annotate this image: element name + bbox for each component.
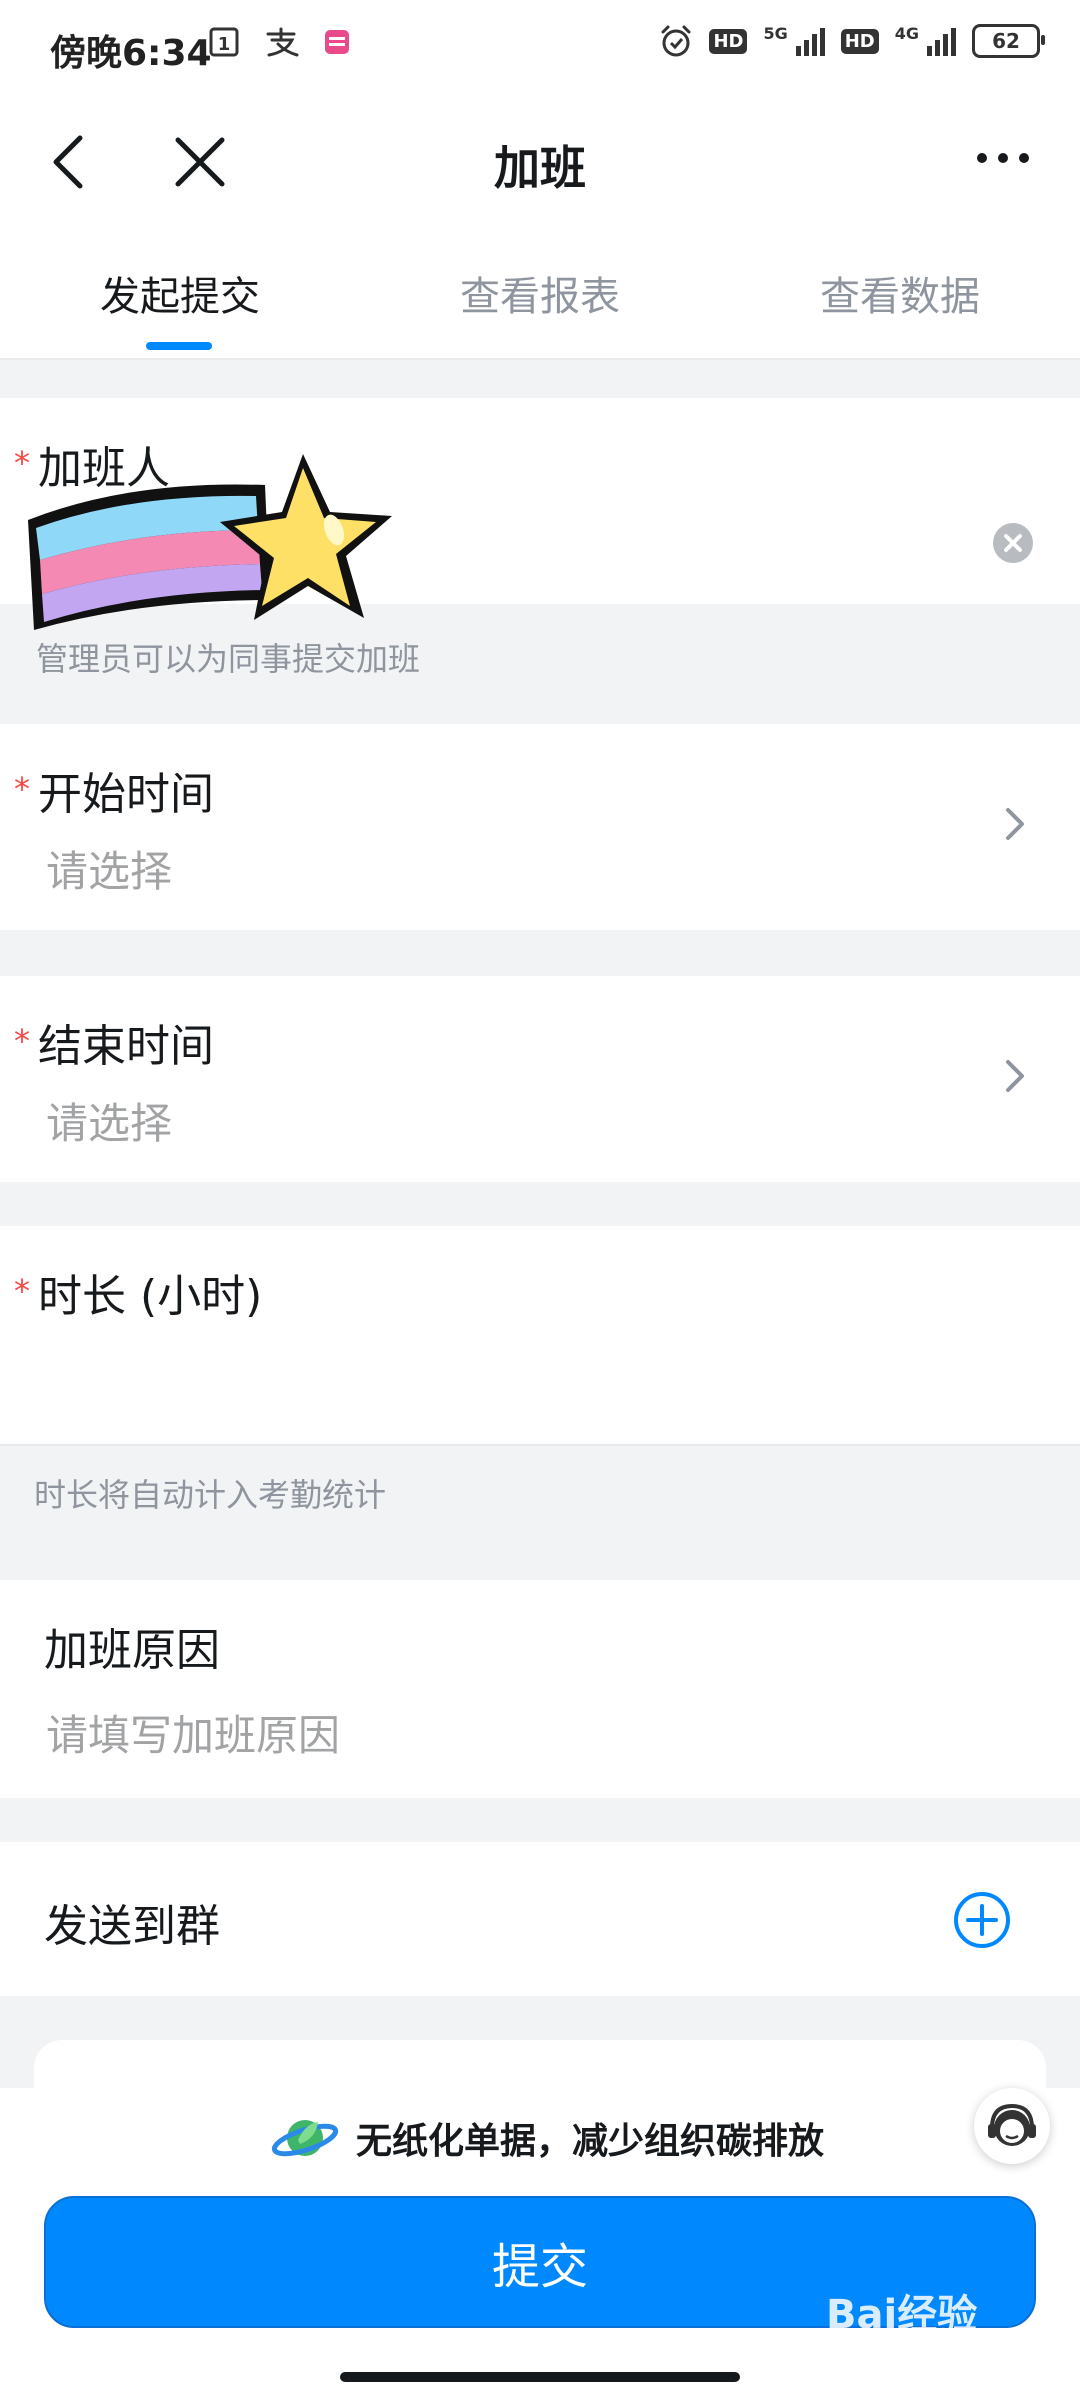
page-title: 加班 (494, 141, 586, 195)
baidu-watermark: Bai经验 jingyan.baidu.com (826, 2282, 992, 2363)
nav-header: 加班 (0, 96, 1080, 236)
more-icon[interactable] (976, 150, 1030, 166)
signal-icon (927, 26, 956, 56)
field-send-to-group[interactable]: 发送到群 (0, 1842, 1080, 1996)
app-badge-icon (325, 30, 349, 54)
field-start-time[interactable]: * 开始时间 请选择 (0, 724, 1080, 930)
field-placeholder: 请选择 (46, 847, 173, 896)
battery-icon: 62 (972, 24, 1045, 58)
status-bar: 傍晚6:34 1 HD 5G HD 4G 62 (0, 0, 1080, 96)
field-label: 开始时间 (38, 769, 214, 820)
watermark-url: jingyan.baidu.com (826, 2342, 993, 2363)
network-type-4g: 4G (894, 24, 919, 43)
home-indicator[interactable] (340, 2372, 740, 2382)
chevron-right-icon (1006, 808, 1024, 840)
alarm-icon (661, 25, 691, 57)
field-placeholder: 请选择 (46, 1099, 173, 1148)
clear-icon[interactable] (992, 522, 1034, 564)
slogan-text: 无纸化单据，减少组织碳排放 (356, 2121, 825, 2162)
field-label: 结束时间 (38, 1021, 214, 1072)
required-asterisk: * (14, 1022, 30, 1060)
svg-text:1: 1 (218, 34, 231, 55)
customer-service-button[interactable] (974, 2088, 1050, 2164)
eco-slogan: 无纸化单据，减少组织碳排放 (270, 2110, 824, 2166)
tab-active-indicator (146, 342, 212, 350)
tab-submit[interactable]: 发起提交 (0, 264, 360, 322)
field-duration[interactable]: * 时长 (小时) (0, 1226, 1080, 1446)
field-label: 发送到群 (44, 1901, 220, 1952)
signal-icon (795, 26, 825, 56)
field-end-time[interactable]: * 结束时间 请选择 (0, 976, 1080, 1182)
status-system-icons: HD 5G HD 4G 62 (659, 24, 1045, 58)
field-placeholder: 请填写加班原因 (46, 1711, 341, 1760)
tab-bar: 发起提交 查看报表 查看数据 (0, 236, 1080, 360)
hd-badge: HD (709, 28, 748, 54)
alipay-icon (266, 27, 299, 57)
status-notification-icons: 1 (208, 26, 350, 58)
tab-view-report[interactable]: 查看报表 (360, 264, 720, 322)
field-reason[interactable]: 加班原因 请填写加班原因 (0, 1580, 1080, 1798)
network-type-5g: 5G (763, 24, 788, 43)
hd-badge: HD (840, 28, 879, 54)
field-hint: 时长将自动计入考勤统计 (34, 1476, 387, 1514)
field-label: 时长 (小时) (38, 1271, 263, 1322)
required-asterisk: * (14, 770, 30, 808)
status-time: 傍晚6:34 (50, 33, 212, 74)
chevron-right-icon (1006, 1060, 1024, 1092)
required-asterisk: * (14, 1272, 30, 1310)
field-label: 加班原因 (44, 1625, 220, 1676)
planet-leaf-icon (271, 2120, 339, 2157)
headset-agent-icon (988, 2103, 1036, 2146)
shooting-star-sticker (28, 454, 392, 630)
add-circle-icon[interactable] (952, 1890, 1012, 1950)
watermark-text: Bai经验 (826, 2292, 978, 2338)
hint-area: 时长将自动计入考勤统计 (0, 1446, 1080, 1536)
calendar-1-icon: 1 (209, 27, 239, 57)
tab-view-data[interactable]: 查看数据 (720, 264, 1080, 322)
